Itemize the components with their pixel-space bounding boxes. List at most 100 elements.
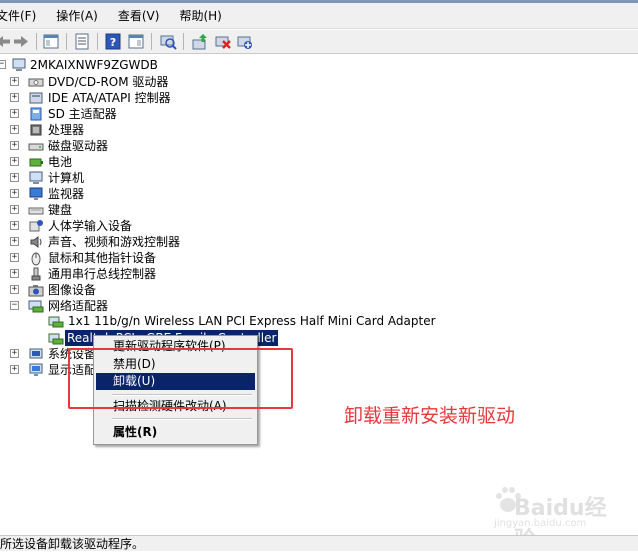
sd-host-icon <box>28 106 44 122</box>
tree-category-node[interactable]: + 鼠标和其他指针设备 <box>10 250 210 266</box>
tree-category-label: 处理器 <box>48 123 85 137</box>
action-pane-icon[interactable] <box>127 32 145 51</box>
tree-category-label: DVD/CD-ROM 驱动器 <box>48 75 169 89</box>
properties-icon[interactable] <box>73 32 91 51</box>
toolbar: ? <box>0 30 638 54</box>
hid-icon <box>28 218 44 234</box>
collapse-icon[interactable]: − <box>0 60 6 69</box>
tree-item-wireless-adapter[interactable]: 1x1 11b/g/n Wireless LAN PCI Express Hal… <box>48 313 436 329</box>
tree-category-node[interactable]: − 网络适配器 <box>10 298 210 314</box>
uninstall-device-icon[interactable] <box>214 32 232 51</box>
tree-category-label: IDE ATA/ATAPI 控制器 <box>48 91 171 105</box>
wireless-adapter-label: 1x1 11b/g/n Wireless LAN PCI Express Hal… <box>68 314 436 328</box>
status-text: 所选设备卸载该驱动程序。 <box>0 537 145 551</box>
sound-icon <box>28 234 44 250</box>
network-adapter-icon <box>48 330 64 346</box>
svg-text:?: ? <box>110 36 116 49</box>
console-tree-icon[interactable] <box>42 32 60 51</box>
tree-category-label: 计算机 <box>48 171 85 185</box>
tree-root-node[interactable]: − 2MKAIXNWF9ZGWDB <box>0 57 200 73</box>
tree-category-label: SD 主适配器 <box>48 107 117 121</box>
expand-icon[interactable]: + <box>10 221 19 230</box>
tree-category-label: 磁盘驱动器 <box>48 139 109 153</box>
computer-icon <box>11 57 27 73</box>
tree-category-node[interactable]: + 键盘 <box>10 202 210 218</box>
battery-icon <box>28 154 44 170</box>
tree-category-node[interactable]: + 计算机 <box>10 170 210 186</box>
back-arrow-icon[interactable] <box>0 32 12 51</box>
forward-arrow-icon[interactable] <box>12 32 30 51</box>
expand-icon[interactable]: + <box>10 189 19 198</box>
expand-icon[interactable]: + <box>10 205 19 214</box>
annotation-text: 卸载重新安装新驱动 <box>344 405 516 427</box>
dvd-drive-icon <box>28 74 44 90</box>
help-icon[interactable]: ? <box>104 32 122 51</box>
tree-category-label: 网络适配器 <box>48 299 109 313</box>
scan-hardware-icon[interactable] <box>159 32 177 51</box>
tree-category-node[interactable]: + 处理器 <box>10 122 210 138</box>
tree-category-label: 电池 <box>48 155 73 169</box>
expand-icon[interactable]: + <box>10 109 19 118</box>
imaging-device-icon <box>28 282 44 298</box>
mouse-icon <box>28 250 44 266</box>
toolbar-separator <box>36 33 37 50</box>
ide-controller-icon <box>28 90 44 106</box>
expand-icon[interactable]: + <box>10 349 19 358</box>
expand-icon[interactable]: + <box>10 173 19 182</box>
display-adapter-icon <box>28 362 44 378</box>
menu-bar: 文件(F) 操作(A) 查看(V) 帮助(H) <box>0 3 638 29</box>
expand-icon[interactable]: + <box>10 93 19 102</box>
expand-icon[interactable]: + <box>10 157 19 166</box>
update-driver-icon[interactable] <box>191 32 209 51</box>
watermark-url: jingyan.baidu.com <box>494 518 587 529</box>
watermark: Baidu经验 jingyan.baidu.com <box>494 482 614 553</box>
processor-icon <box>28 122 44 138</box>
monitor-icon <box>28 186 44 202</box>
tree-category-node[interactable]: + 声音、视频和游戏控制器 <box>10 234 210 250</box>
tree-category-node[interactable]: + DVD/CD-ROM 驱动器 <box>10 74 210 90</box>
device-tree: − 2MKAIXNWF9ZGWDB + DVD/CD-ROM 驱动器 + IDE AT… <box>0 55 638 535</box>
expand-icon[interactable]: + <box>10 365 19 374</box>
tree-category-node[interactable]: + IDE ATA/ATAPI 控制器 <box>10 90 210 106</box>
tree-category-node[interactable]: + SD 主适配器 <box>10 106 210 122</box>
tree-root-label: 2MKAIXNWF9ZGWDB <box>30 58 158 72</box>
menu-action[interactable]: 操作(A) <box>46 3 108 29</box>
network-adapter-icon <box>48 313 64 329</box>
collapse-icon[interactable]: − <box>10 301 19 310</box>
toolbar-separator <box>66 33 67 50</box>
tree-category-label: 通用串行总线控制器 <box>48 267 157 281</box>
tree-category-node[interactable]: + 监视器 <box>10 186 210 202</box>
expand-icon[interactable]: + <box>10 125 19 134</box>
tree-category-node[interactable]: + 磁盘驱动器 <box>10 138 210 154</box>
expand-icon[interactable]: + <box>10 141 19 150</box>
usb-controller-icon <box>28 266 44 282</box>
menu-file[interactable]: 文件(F) <box>0 3 46 29</box>
expand-icon[interactable]: + <box>10 269 19 278</box>
tree-category-node[interactable]: + 电池 <box>10 154 210 170</box>
status-bar: 所选设备卸载该驱动程序。 <box>0 535 638 551</box>
expand-icon[interactable]: + <box>10 285 19 294</box>
tree-category-label: 监视器 <box>48 187 85 201</box>
menu-view[interactable]: 查看(V) <box>108 3 170 29</box>
tree-category-node[interactable]: + 人体学输入设备 <box>10 218 210 234</box>
tree-category-node[interactable]: + 图像设备 <box>10 282 210 298</box>
disable-device-icon[interactable] <box>236 32 254 51</box>
expand-icon[interactable]: + <box>10 77 19 86</box>
toolbar-separator <box>97 33 98 50</box>
tree-category-label: 键盘 <box>48 203 73 217</box>
tree-category-label: 图像设备 <box>48 283 97 297</box>
menu-help[interactable]: 帮助(H) <box>169 3 231 29</box>
menu-item-properties[interactable]: 属性(R) <box>96 424 255 441</box>
tree-category-node[interactable]: + 通用串行总线控制器 <box>10 266 210 282</box>
computer-icon <box>28 170 44 186</box>
highlight-box <box>68 348 293 409</box>
expand-icon[interactable]: + <box>10 237 19 246</box>
tree-category-label: 声音、视频和游戏控制器 <box>48 235 181 249</box>
tree-category-label: 鼠标和其他指针设备 <box>48 251 157 265</box>
disk-drive-icon <box>28 138 44 154</box>
system-device-icon <box>28 346 44 362</box>
expand-icon[interactable]: + <box>10 253 19 262</box>
tree-category-label: 人体学输入设备 <box>48 219 133 233</box>
keyboard-icon <box>28 202 44 218</box>
menu-separator <box>112 418 252 420</box>
